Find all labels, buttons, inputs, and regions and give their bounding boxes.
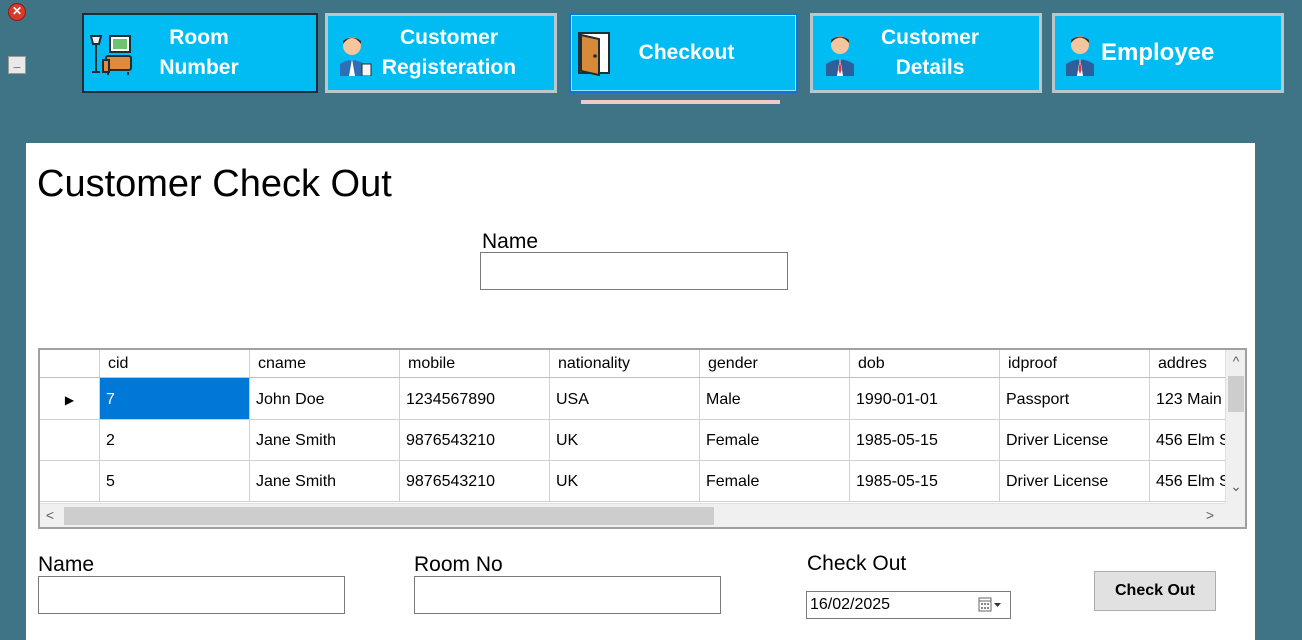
- column-header[interactable]: dob: [850, 350, 1000, 377]
- scroll-down-icon[interactable]: ⌄: [1226, 478, 1245, 495]
- customer-registration-icon: [340, 37, 372, 76]
- row-selector[interactable]: [40, 460, 100, 501]
- cell-idproof[interactable]: Driver License: [1000, 460, 1150, 501]
- scroll-left-icon[interactable]: <: [40, 507, 60, 523]
- checkout-panel: Customer Check Out Name cid cname mobile…: [26, 143, 1255, 640]
- column-header[interactable]: idproof: [1000, 350, 1150, 377]
- nav-checkout-label: Checkout: [638, 41, 735, 64]
- nav-checkout-button[interactable]: Checkout: [569, 13, 798, 93]
- grid-header-corner: [40, 350, 100, 377]
- close-button[interactable]: ✕: [8, 3, 26, 21]
- nav-registration-line2: Registeration: [381, 56, 517, 79]
- horizontal-scrollbar[interactable]: < >: [40, 503, 1225, 527]
- calendar-icon[interactable]: [978, 597, 1002, 613]
- cell-idproof[interactable]: Passport: [1000, 378, 1150, 419]
- cell-gender[interactable]: Female: [700, 460, 850, 501]
- nav-customer-details-button[interactable]: Customer Details: [810, 13, 1042, 93]
- cell-idproof[interactable]: Driver License: [1000, 419, 1150, 460]
- cell-cid[interactable]: 5: [100, 460, 250, 501]
- close-icon: ✕: [11, 4, 23, 18]
- cell-gender[interactable]: Female: [700, 419, 850, 460]
- column-header[interactable]: nationality: [550, 350, 700, 377]
- column-header[interactable]: mobile: [400, 350, 550, 377]
- nav-employee-button[interactable]: Employee: [1052, 13, 1284, 93]
- name-label: Name: [38, 553, 95, 576]
- table-row[interactable]: ▶ 7 John Doe 1234567890 USA Male 1990-01…: [40, 378, 1225, 420]
- cell-nationality[interactable]: UK: [550, 419, 700, 460]
- column-header[interactable]: cname: [250, 350, 400, 377]
- nav-registration-line1: Customer: [399, 26, 499, 49]
- column-header[interactable]: addres: [1150, 350, 1225, 377]
- table-row[interactable]: 2 Jane Smith 9876543210 UK Female 1985-0…: [40, 419, 1225, 461]
- page-title: Customer Check Out: [37, 163, 392, 205]
- name-input[interactable]: [38, 576, 345, 614]
- cell-address[interactable]: 456 Elm S: [1150, 419, 1225, 460]
- cell-cname[interactable]: Jane Smith: [250, 460, 400, 501]
- cell-cname[interactable]: John Doe: [250, 378, 400, 419]
- customer-grid[interactable]: cid cname mobile nationality gender dob …: [38, 348, 1247, 529]
- table-row[interactable]: 5 Jane Smith 9876543210 UK Female 1985-0…: [40, 460, 1225, 502]
- cell-mobile[interactable]: 1234567890: [400, 378, 550, 419]
- vertical-scroll-thumb[interactable]: [1228, 376, 1244, 412]
- cell-address[interactable]: 123 Main: [1150, 378, 1225, 419]
- nav-room-line1: Room: [169, 26, 229, 49]
- cell-mobile[interactable]: 9876543210: [400, 460, 550, 501]
- search-name-label: Name: [482, 230, 539, 253]
- check-out-button[interactable]: Check Out: [1094, 571, 1216, 611]
- room-furniture-icon: [90, 35, 132, 75]
- row-selector[interactable]: [40, 419, 100, 460]
- horizontal-scroll-thumb[interactable]: [64, 507, 714, 525]
- room-no-input[interactable]: [414, 576, 721, 614]
- cell-dob[interactable]: 1985-05-15: [850, 460, 1000, 501]
- scroll-right-icon[interactable]: >: [1200, 507, 1220, 523]
- minimize-button[interactable]: _: [8, 56, 26, 74]
- cell-gender[interactable]: Male: [700, 378, 850, 419]
- room-no-label: Room No: [414, 553, 503, 576]
- cell-nationality[interactable]: USA: [550, 378, 700, 419]
- column-header[interactable]: cid: [100, 350, 250, 377]
- nav-details-line2: Details: [895, 56, 965, 79]
- cell-address[interactable]: 456 Elm S: [1150, 460, 1225, 501]
- check-out-label: Check Out: [807, 552, 907, 575]
- nav-employee-label: Employee: [1101, 39, 1215, 66]
- nav-room-line2: Number: [159, 56, 239, 79]
- vertical-scrollbar[interactable]: ^ ⌄: [1225, 350, 1245, 503]
- nav-room-number-button[interactable]: Room Number: [82, 13, 318, 93]
- check-out-date-picker[interactable]: 16/02/2025: [806, 591, 1011, 619]
- cell-dob[interactable]: 1990-01-01: [850, 378, 1000, 419]
- minimize-icon: _: [13, 55, 21, 69]
- grid-header: cid cname mobile nationality gender dob …: [40, 350, 1225, 378]
- search-name-input[interactable]: [480, 252, 788, 290]
- door-icon: [578, 32, 610, 76]
- nav-customer-registration-button[interactable]: Customer Registeration: [325, 13, 557, 93]
- column-header[interactable]: gender: [700, 350, 850, 377]
- nav-details-line1: Customer: [880, 26, 980, 49]
- scroll-up-icon[interactable]: ^: [1226, 353, 1245, 369]
- cell-nationality[interactable]: UK: [550, 460, 700, 501]
- cell-cid[interactable]: 2: [100, 419, 250, 460]
- scrollbar-corner: [1225, 503, 1245, 527]
- employee-icon: [1066, 36, 1094, 76]
- row-selector-icon[interactable]: ▶: [40, 378, 100, 419]
- cell-cid[interactable]: 7: [100, 378, 250, 419]
- cell-cname[interactable]: Jane Smith: [250, 419, 400, 460]
- active-tab-indicator: [581, 100, 780, 104]
- cell-mobile[interactable]: 9876543210: [400, 419, 550, 460]
- check-out-date-value: 16/02/2025: [810, 596, 891, 613]
- cell-dob[interactable]: 1985-05-15: [850, 419, 1000, 460]
- customer-icon: [826, 36, 854, 76]
